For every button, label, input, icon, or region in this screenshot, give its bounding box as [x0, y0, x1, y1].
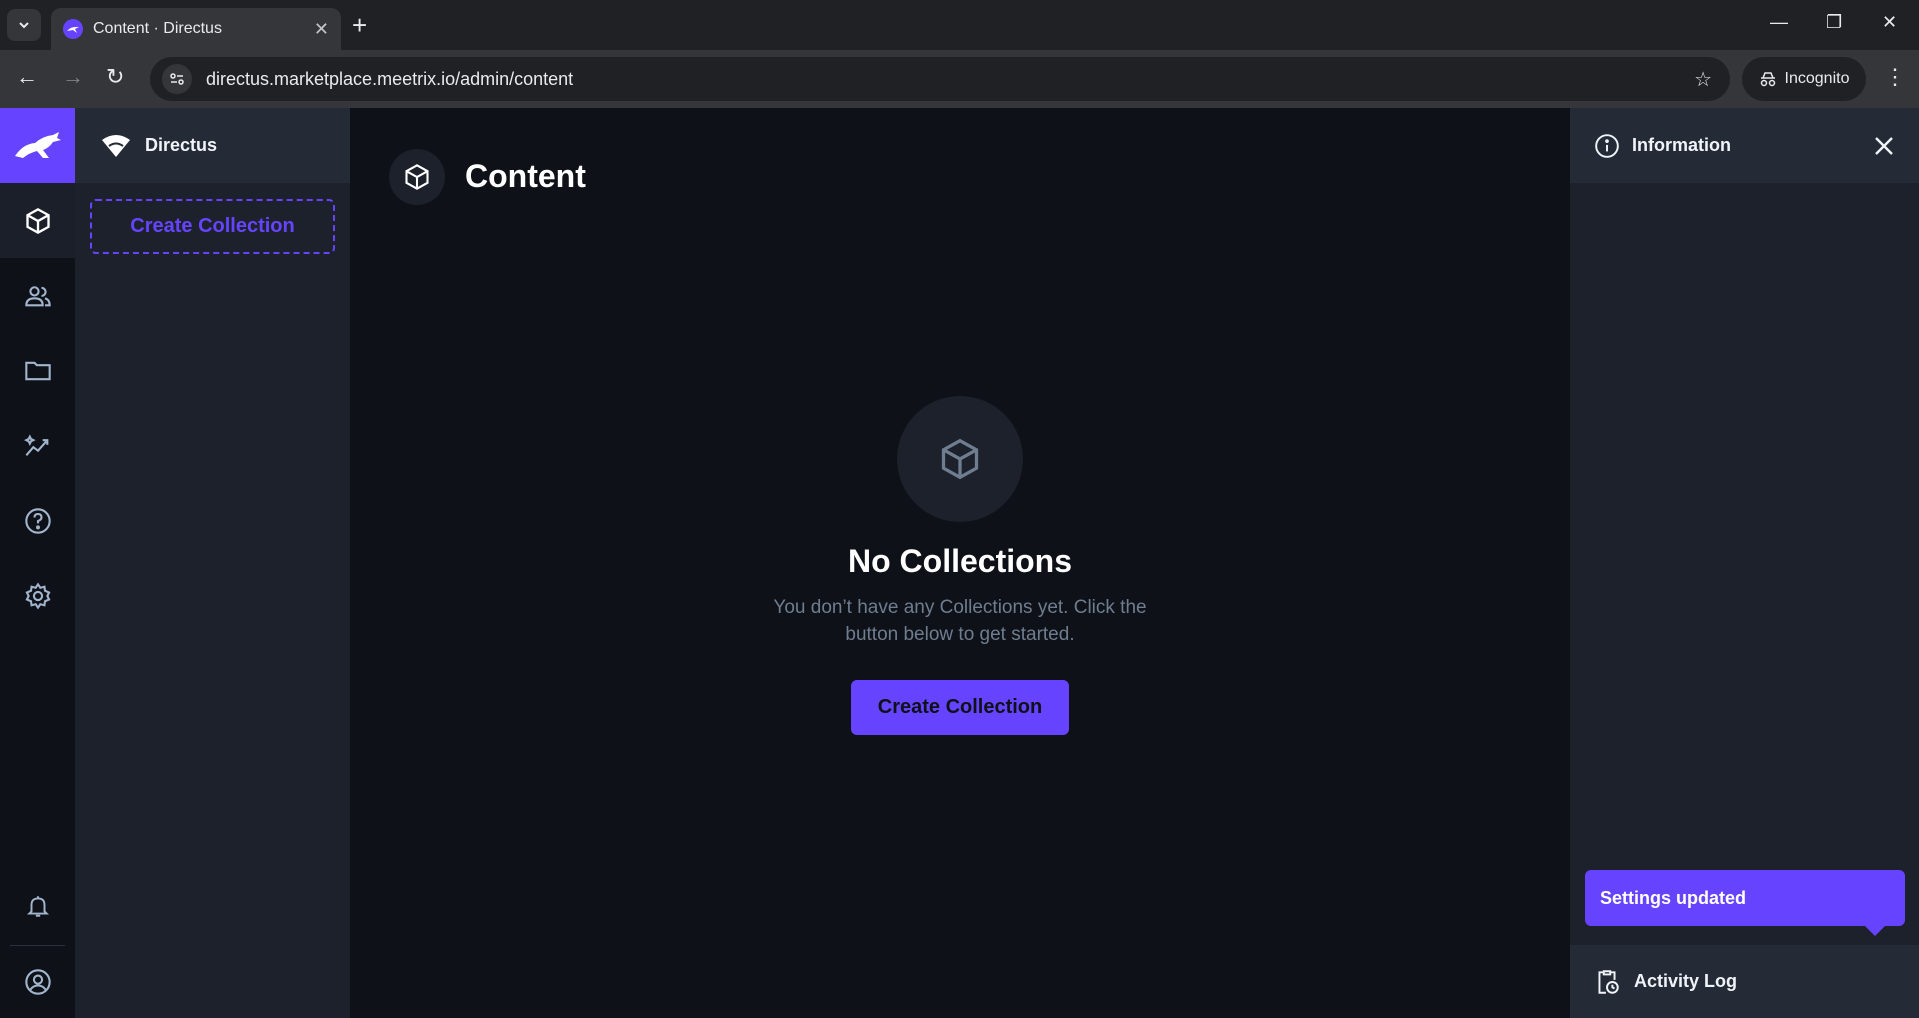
module-help[interactable] [0, 483, 75, 558]
minimize-icon[interactable]: — [1770, 12, 1788, 33]
bell-icon [26, 895, 49, 917]
cube-icon [941, 438, 979, 480]
chevron-down-icon [19, 22, 29, 29]
notification-toast[interactable]: Settings updated [1585, 870, 1905, 926]
url-text: directus.marketplace.meetrix.io/admin/co… [206, 68, 574, 89]
info-icon [1595, 133, 1619, 158]
wifi-icon [102, 134, 130, 157]
navigation-pane: Directus Create Collection [75, 108, 350, 1018]
back-icon[interactable]: ← [16, 64, 38, 90]
empty-state-text: You don’t have any Collections yet. Clic… [773, 597, 1147, 645]
cube-icon [405, 164, 429, 190]
project-name: Directus [145, 135, 218, 155]
restore-icon[interactable]: ❐ [1826, 12, 1842, 33]
module-users[interactable] [0, 258, 75, 333]
info-sidebar: Information Settings updated Activity Lo… [1570, 108, 1919, 1018]
insights-icon [23, 433, 48, 456]
activity-log-label: Activity Log [1634, 971, 1738, 991]
browser-tab-strip: Content · Directus ✕ + — ❐ ✕ [0, 0, 1919, 50]
site-info-icon[interactable] [162, 64, 192, 94]
help-icon [24, 507, 51, 534]
browser-tab[interactable]: Content · Directus ✕ [51, 8, 341, 50]
create-collection-nav-button[interactable]: Create Collection [90, 199, 335, 254]
forward-icon[interactable]: → [62, 64, 84, 90]
directus-logo[interactable] [0, 108, 75, 183]
header-icon-badge [389, 149, 445, 205]
main-content: Content No Collections You don’t have an… [350, 108, 1570, 1018]
tab-close-icon[interactable]: ✕ [314, 19, 329, 40]
module-content[interactable] [0, 183, 75, 258]
incognito-label: Incognito [1784, 70, 1850, 87]
reload-icon[interactable]: ↻ [106, 64, 124, 90]
activity-log-button[interactable]: Activity Log [1570, 945, 1919, 1018]
module-settings[interactable] [0, 558, 75, 633]
module-files[interactable] [0, 333, 75, 408]
browser-menu-icon[interactable]: ⋮ [1884, 64, 1906, 90]
user-profile-button[interactable] [0, 946, 75, 1018]
bookmark-star-icon[interactable]: ☆ [1694, 67, 1712, 92]
close-icon[interactable] [1873, 135, 1895, 157]
clipboard-clock-icon [1598, 969, 1619, 994]
incognito-indicator[interactable]: Incognito [1742, 57, 1866, 101]
create-collection-button[interactable]: Create Collection [851, 680, 1069, 735]
window-close-icon[interactable]: ✕ [1882, 12, 1897, 33]
gear-icon [24, 581, 51, 610]
cube-icon [25, 207, 50, 234]
incognito-icon [1760, 72, 1775, 87]
browser-toolbar: ← → ↻ directus.marketplace.meetrix.io/ad… [0, 50, 1919, 108]
tab-search-button[interactable] [7, 9, 41, 41]
module-insights[interactable] [0, 408, 75, 483]
folder-icon [24, 361, 51, 380]
empty-state-icon-badge [897, 396, 1023, 522]
directus-favicon-icon [63, 19, 83, 39]
project-header[interactable]: Directus [75, 108, 350, 183]
account-circle-icon [24, 969, 51, 995]
users-icon [24, 285, 51, 306]
new-tab-button[interactable]: + [352, 12, 367, 38]
tab-title: Content · Directus [93, 20, 222, 37]
information-header[interactable]: Information [1570, 108, 1919, 183]
empty-state-title: No Collections [847, 543, 1072, 579]
notifications-button[interactable] [0, 868, 75, 943]
address-bar[interactable]: directus.marketplace.meetrix.io/admin/co… [150, 57, 1730, 101]
page-title: Content [465, 158, 586, 194]
toast-pointer [1865, 926, 1885, 936]
directus-app: Directus Create Collection Content No Co… [0, 108, 1919, 1018]
information-title: Information [1632, 135, 1731, 155]
module-bar [0, 108, 75, 1018]
rabbit-logo-icon [14, 131, 61, 158]
